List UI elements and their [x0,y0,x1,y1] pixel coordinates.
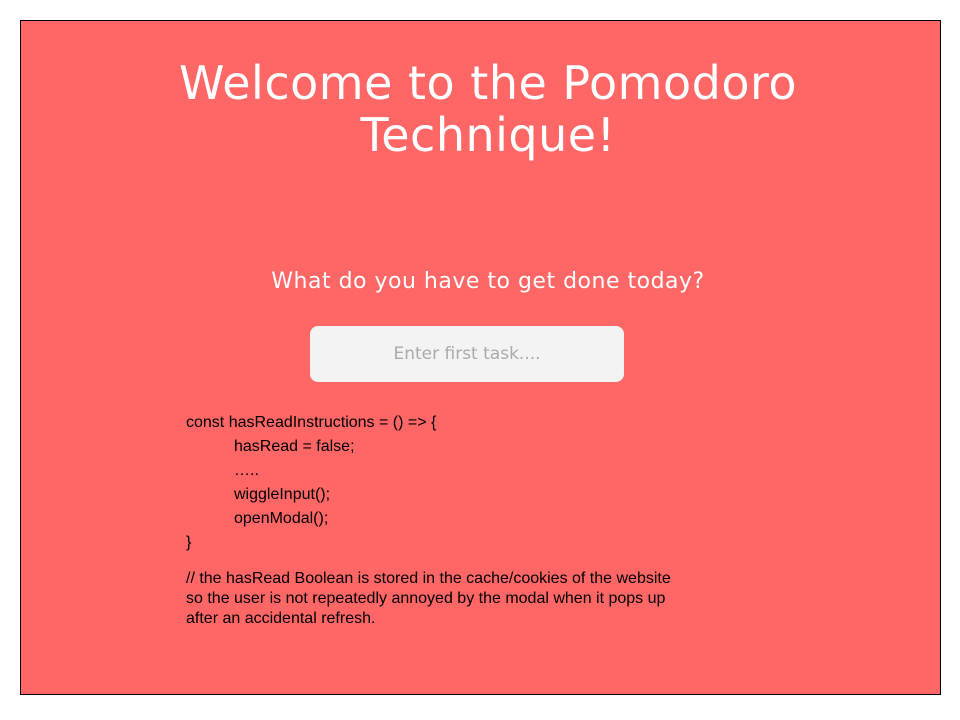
title-line-2: Technique! [360,108,616,162]
code-comment: // the hasRead Boolean is stored in the … [186,569,671,629]
code-line: hasRead = false; [234,438,355,455]
code-line: wiggleInput(); [234,486,331,503]
page-title: Welcome to the Pomodoro Technique! [21,57,955,161]
comment-line: after an accidental refresh. [186,610,376,627]
task-prompt: What do you have to get done today? [271,269,705,294]
title-line-1: Welcome to the Pomodoro [178,56,798,110]
code-line: } [186,534,192,551]
code-line: ….. [234,462,259,479]
code-line: openModal(); [234,510,329,527]
code-line: const hasReadInstructions = () => { [186,414,437,431]
first-task-input[interactable] [310,326,624,382]
code-snippet: const hasReadInstructions = () => { hasR… [186,411,436,555]
slide-frame: Welcome to the Pomodoro Technique! What … [20,20,941,695]
comment-line: // the hasRead Boolean is stored in the … [186,570,671,587]
comment-line: so the user is not repeatedly annoyed by… [186,590,666,607]
